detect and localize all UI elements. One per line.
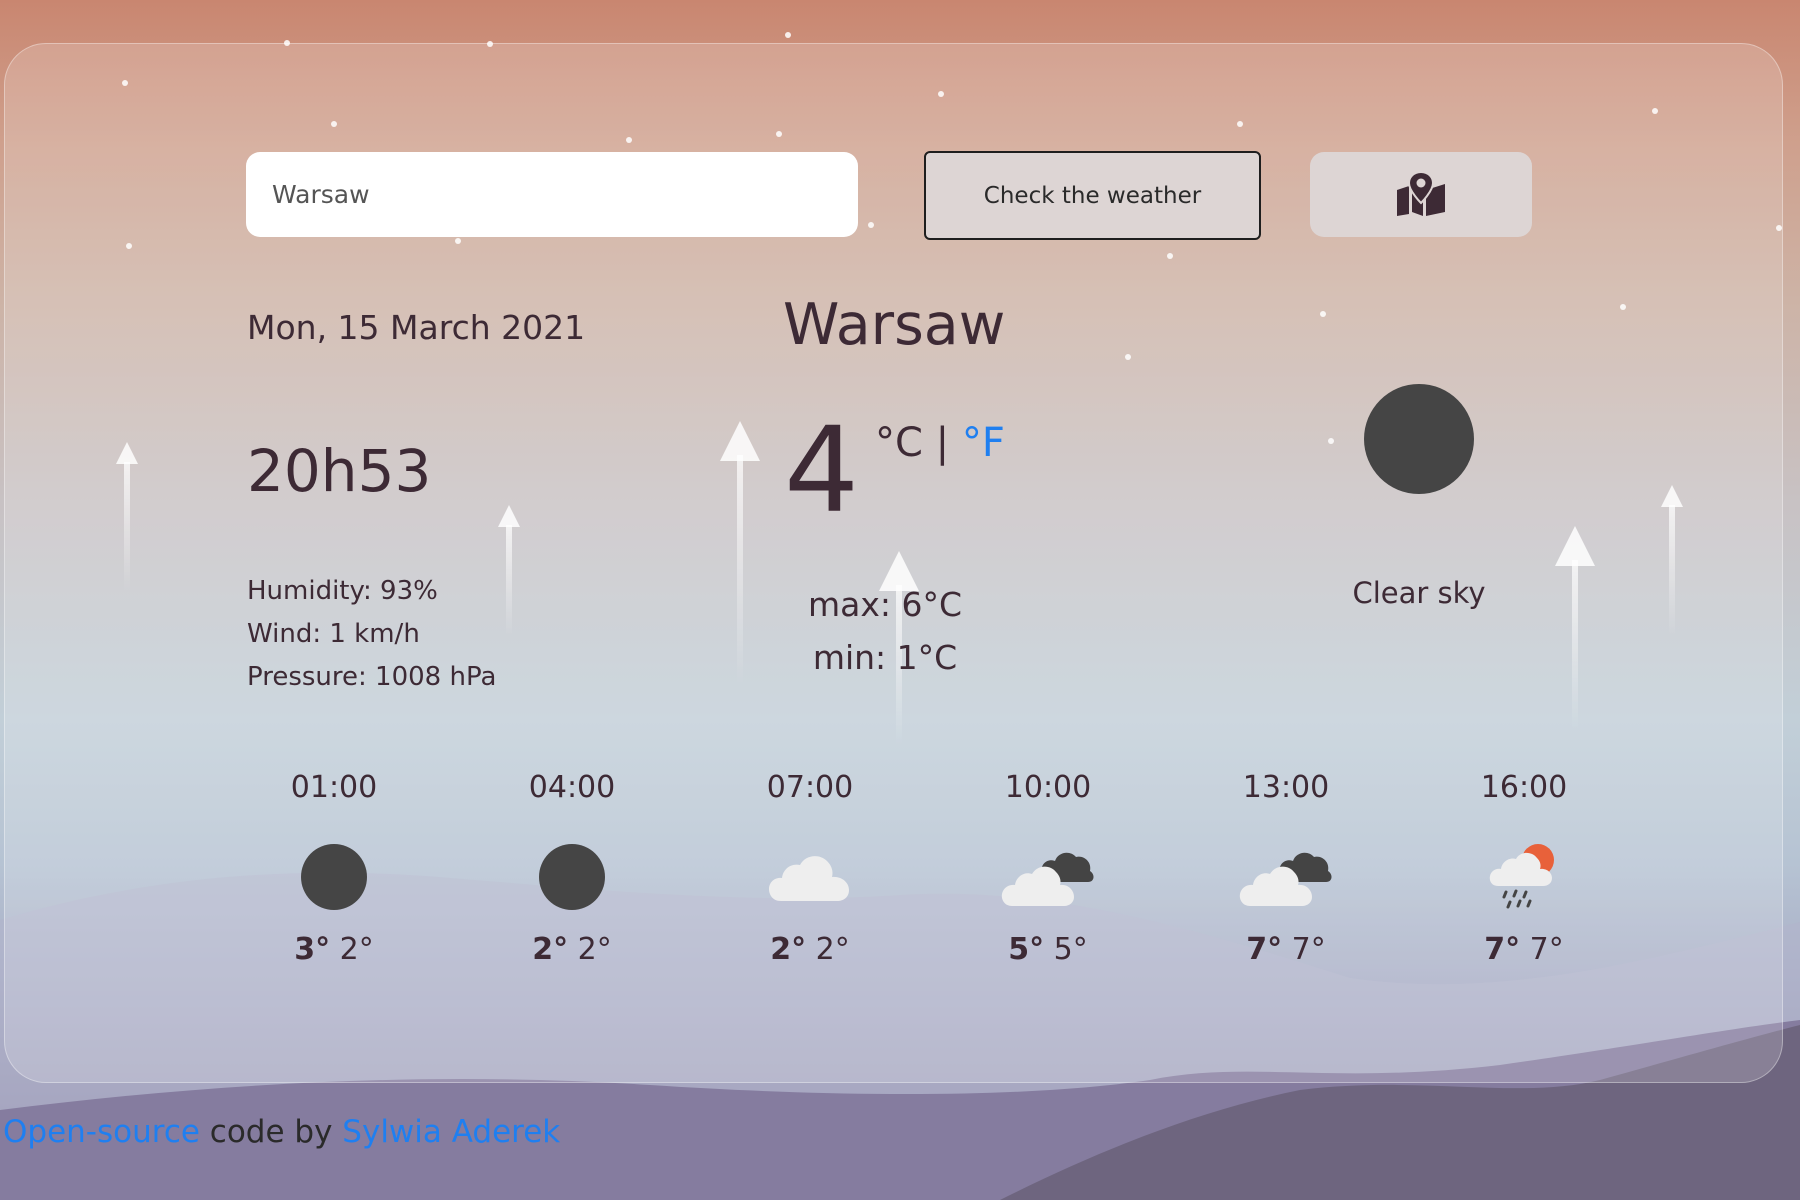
moon-icon [1364, 384, 1474, 494]
forecast-high: 7° [1246, 932, 1283, 967]
min-temperature: min: 1°C [812, 638, 958, 677]
forecast-time: 16:00 [1480, 770, 1568, 805]
cloud-icon [691, 842, 929, 912]
forecast-low: 2° [339, 932, 374, 967]
unit-toggle: °C | °F [875, 420, 1005, 466]
humidity-text: Humidity: 93% [247, 576, 438, 606]
footer-text: code by [199, 1114, 343, 1150]
forecast-low: 2° [815, 932, 850, 967]
open-source-link[interactable]: Open-source [3, 1114, 200, 1150]
footer-credit: Open-source code by Sylwia Aderek [3, 1114, 560, 1150]
current-temperature: 4 [784, 401, 860, 539]
weather-description: Clear sky [1352, 576, 1486, 610]
forecast-high: 2° [770, 932, 807, 967]
dark-clouds-icon [1167, 842, 1405, 912]
forecast-temps: 3° 2° [215, 932, 453, 967]
forecast-low: 2° [577, 932, 612, 967]
moon-icon [215, 842, 453, 912]
forecast-temps: 2° 2° [453, 932, 691, 967]
forecast-temps: 7° 7° [1405, 932, 1643, 967]
map-pin-icon [1395, 170, 1447, 219]
forecast-item: 04:00 2° 2° [453, 770, 691, 967]
forecast-low: 7° [1291, 932, 1326, 967]
forecast-temps: 5° 5° [929, 932, 1167, 967]
forecast-item: 01:00 3° 2° [215, 770, 453, 967]
max-temperature: max: 6°C [807, 585, 963, 624]
forecast-temps: 7° 7° [1167, 932, 1405, 967]
forecast-high: 5° [1008, 932, 1045, 967]
forecast-low: 5° [1053, 932, 1088, 967]
city-search-input[interactable] [246, 152, 858, 237]
forecast-time: 10:00 [1004, 770, 1092, 805]
forecast-high: 3° [294, 932, 331, 967]
rain-sun-icon [1405, 842, 1643, 912]
forecast-time: 01:00 [290, 770, 378, 805]
weather-details: Humidity: 93% Wind: 1 km/h Pressure: 100… [247, 570, 496, 699]
forecast-item: 13:00 7° 7° [1167, 770, 1405, 967]
forecast-item: 07:00 2° 2° [691, 770, 929, 967]
forecast-time: 13:00 [1242, 770, 1330, 805]
location-map-button[interactable] [1310, 152, 1532, 237]
forecast-item: 16:00 7° 7° [1405, 770, 1643, 967]
author-link[interactable]: Sylwia Aderek [342, 1114, 560, 1150]
pressure-text: Pressure: 1008 hPa [247, 662, 497, 692]
forecast-high: 7° [1484, 932, 1521, 967]
forecast-time: 07:00 [766, 770, 854, 805]
temperature-range: max: 6°C min: 1°C [760, 578, 1010, 684]
wind-text: Wind: 1 km/h [247, 619, 420, 649]
hourly-forecast: 01:00 3° 2° 04:00 2° 2° 07:00 2° 2° 10:0… [215, 770, 1643, 967]
forecast-temps: 2° 2° [691, 932, 929, 967]
current-time: 20h53 [247, 437, 432, 505]
forecast-time: 04:00 [528, 770, 616, 805]
forecast-low: 7° [1529, 932, 1564, 967]
unit-separator: | [935, 420, 950, 466]
celsius-unit[interactable]: °C [875, 420, 923, 466]
moon-icon [453, 842, 691, 912]
dark-clouds-icon [929, 842, 1167, 912]
forecast-item: 10:00 5° 5° [929, 770, 1167, 967]
city-name: Warsaw [783, 292, 1006, 358]
forecast-high: 2° [532, 932, 569, 967]
current-date: Mon, 15 March 2021 [247, 308, 586, 347]
check-weather-button[interactable]: Check the weather [924, 151, 1261, 240]
fahrenheit-link[interactable]: °F [962, 420, 1005, 466]
